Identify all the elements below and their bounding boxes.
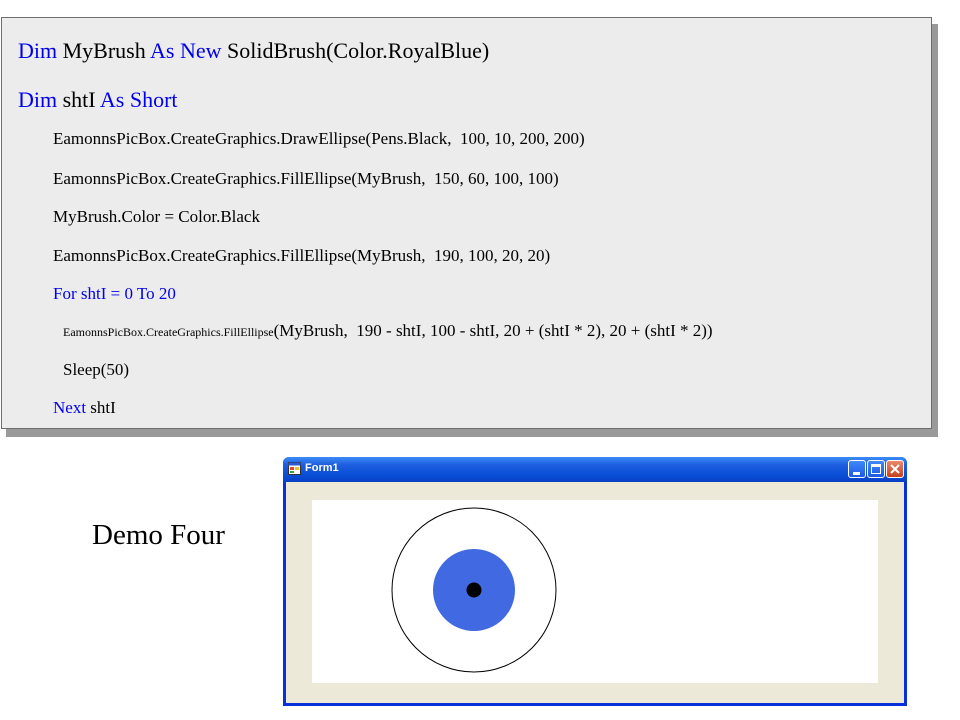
code-text: SolidBrush(Color.RoyalBlue) [221, 38, 490, 63]
code-text: shtI [86, 398, 116, 417]
code-line-6: EamonnsPicBox.CreateGraphics.FillEllipse… [53, 246, 551, 265]
code-line-1: Dim MyBrush As New SolidBrush(Color.Roya… [18, 38, 489, 64]
close-button[interactable] [886, 460, 904, 478]
maximize-button[interactable] [867, 460, 885, 478]
center-dot [466, 582, 482, 598]
window-title: Form1 [305, 462, 339, 474]
code-text-small: EamonnsPicBox.CreateGraphics.FillEllipse [63, 325, 274, 339]
code-line-2: Dim shtI As Short [18, 87, 178, 113]
code-line-5: MyBrush.Color = Color.Black [53, 207, 260, 226]
code-line-4: EamonnsPicBox.CreateGraphics.FillEllipse… [53, 169, 559, 188]
keyword: Dim [18, 87, 58, 112]
picture-box[interactable] [312, 500, 878, 683]
code-text: MyBrush [57, 38, 151, 63]
code-text: (MyBrush, 190 - shtI, 100 - shtI, 20 + (… [273, 321, 713, 340]
keyword: Next [53, 398, 87, 417]
form-client-area [286, 482, 904, 703]
form-app-icon[interactable] [288, 462, 301, 475]
minimize-icon [853, 472, 860, 475]
close-icon [890, 464, 900, 474]
keyword: Dim [18, 38, 58, 63]
drawing-canvas [391, 507, 557, 673]
code-text: shtI [57, 87, 100, 112]
code-line-7: For shtI = 0 To 20 [53, 284, 176, 303]
code-line-9: Sleep(50) [63, 360, 130, 379]
form-window[interactable]: Form1 [283, 457, 907, 706]
title-bar[interactable]: Form1 [283, 457, 907, 482]
minimize-button[interactable] [848, 460, 866, 478]
demo-caption: Demo Four [92, 519, 225, 551]
keyword: As Short [99, 87, 178, 112]
code-box: Dim MyBrush As New SolidBrush(Color.Roya… [1, 17, 932, 429]
code-line-8: EamonnsPicBox.CreateGraphics.FillEllipse… [63, 321, 713, 341]
code-line-3: EamonnsPicBox.CreateGraphics.DrawEllipse… [53, 129, 585, 148]
keyword: As New [150, 38, 222, 63]
code-line-10: Next shtI [53, 398, 116, 418]
maximize-icon [871, 464, 881, 474]
